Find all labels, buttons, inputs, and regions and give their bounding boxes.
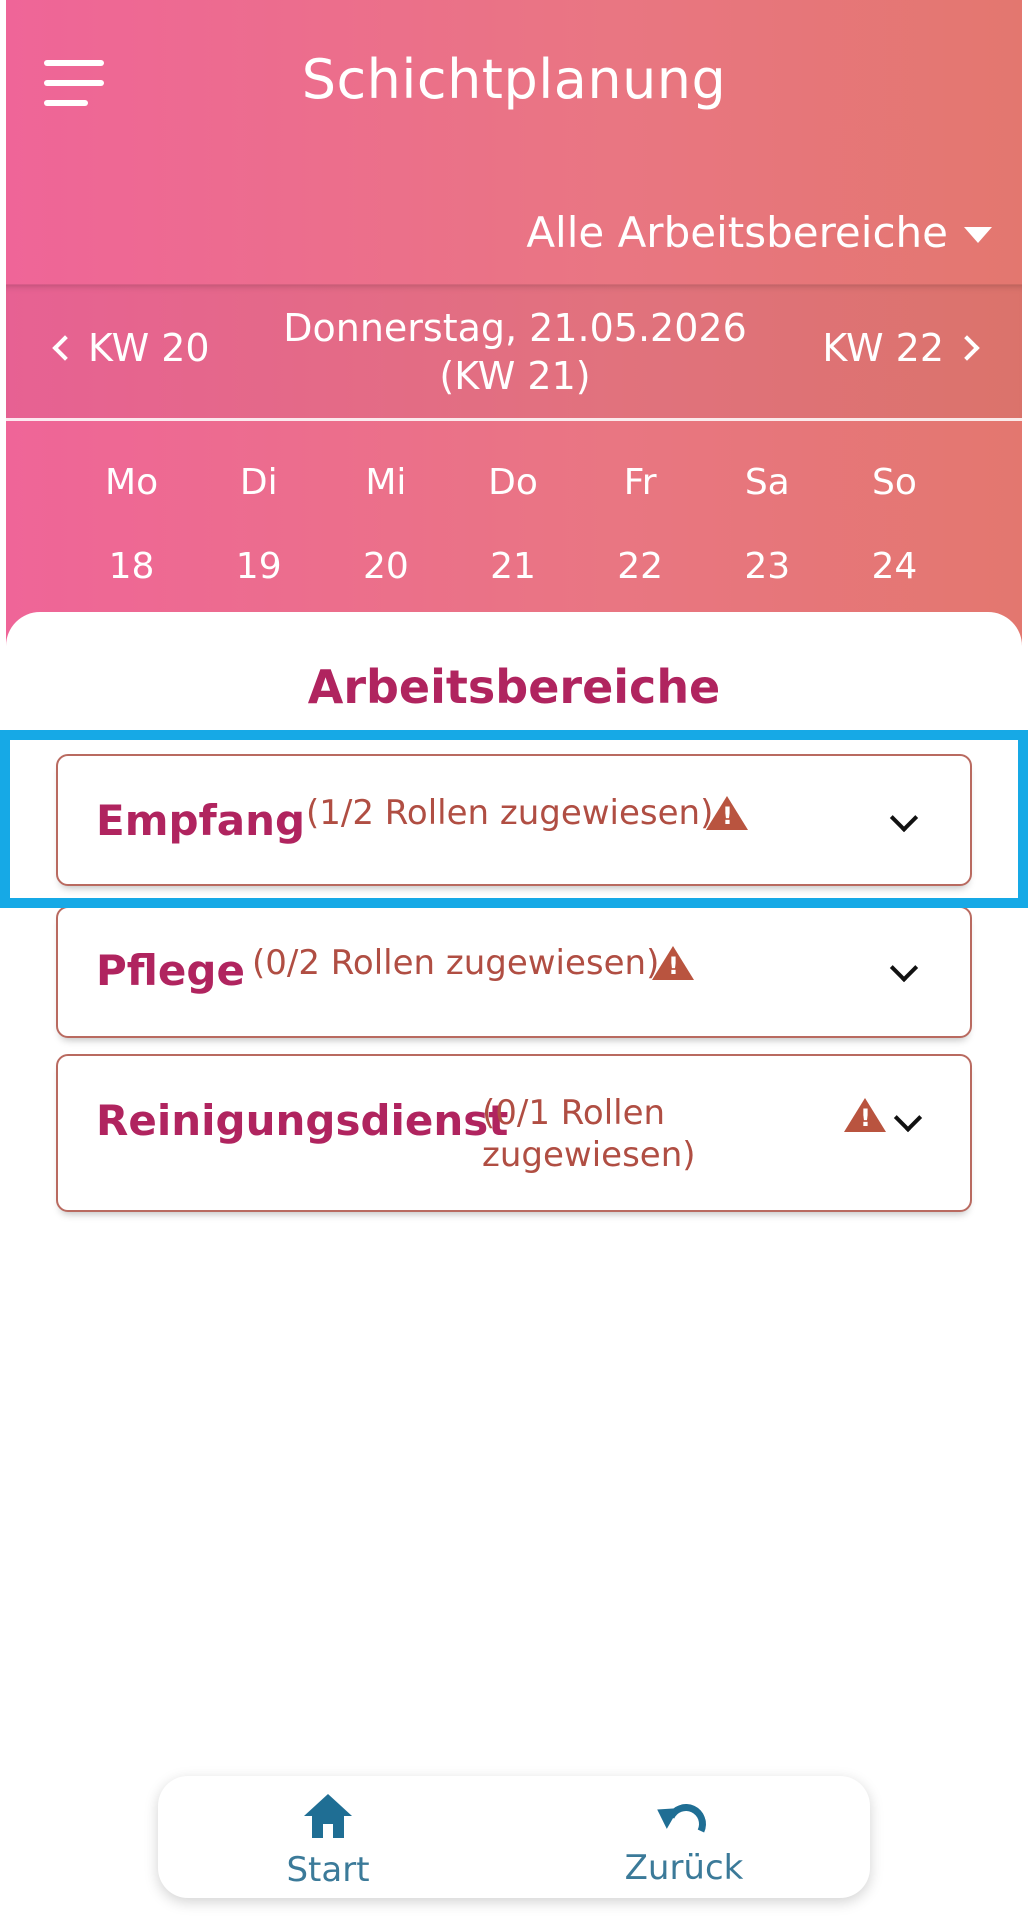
weekday-label: Mi <box>365 462 407 503</box>
undo-icon <box>651 1794 712 1850</box>
date-cell[interactable]: 23 <box>704 546 831 587</box>
bottom-navigation: Start Zurück <box>158 1776 870 1898</box>
date-cell[interactable]: 24 <box>831 546 958 587</box>
next-week-button[interactable]: KW 22 <box>822 326 980 370</box>
nav-start-button[interactable]: Start <box>228 1794 428 1890</box>
section-title: Arbeitsbereiche <box>307 660 721 714</box>
area-name: Pflege <box>96 946 245 995</box>
weekday-label: Do <box>488 462 538 503</box>
weekday-label: Sa <box>744 462 790 503</box>
home-icon <box>304 1794 352 1840</box>
date-cell[interactable]: 18 <box>68 546 195 587</box>
date-cell[interactable]: 19 <box>195 546 322 587</box>
warning-icon <box>652 946 694 980</box>
area-filter-dropdown[interactable]: Alle Arbeitsbereiche <box>526 208 992 257</box>
weekday-label: Mo <box>105 462 159 503</box>
date-row: 18 19 20 21 22 23 24 <box>68 546 958 587</box>
area-card-reinigungsdienst[interactable]: Reinigungsdienst (0/1 Rollen zugewiesen) <box>56 1054 972 1212</box>
date-cell[interactable]: 22 <box>577 546 704 587</box>
area-status: (0/1 Rollen zugewiesen) <box>482 1093 696 1175</box>
area-filter-label: Alle Arbeitsbereiche <box>526 208 948 257</box>
chevron-down-icon[interactable] <box>889 953 919 983</box>
selection-highlight <box>0 730 1028 908</box>
prev-week-button[interactable]: KW 20 <box>52 326 210 370</box>
date-cell[interactable]: 21 <box>449 546 576 587</box>
caret-down-icon <box>964 226 992 243</box>
warning-icon <box>844 1098 886 1132</box>
date-cell[interactable]: 20 <box>322 546 449 587</box>
weekday-row: Mo Di Mi Do Fr Sa So <box>68 462 958 503</box>
chevron-down-icon[interactable] <box>893 1103 923 1133</box>
area-name: Reinigungsdienst <box>96 1096 509 1145</box>
divider <box>6 418 1022 421</box>
chevron-left-icon <box>52 335 78 361</box>
weekday-label: So <box>871 462 917 503</box>
next-week-label: KW 22 <box>822 326 944 370</box>
weekday-label: Di <box>239 462 278 503</box>
prev-week-label: KW 20 <box>88 326 210 370</box>
nav-back-label: Zurück <box>624 1848 744 1888</box>
nav-back-button[interactable]: Zurück <box>584 1794 784 1888</box>
area-card-pflege[interactable]: Pflege (0/2 Rollen zugewiesen) <box>56 906 972 1038</box>
screen: Schichtplanung Alle Arbeitsbereiche KW 2… <box>0 0 1028 1920</box>
area-status: (0/2 Rollen zugewiesen) <box>252 943 660 983</box>
current-date: Donnerstag, 21.05.2026 (KW 21) <box>283 306 747 398</box>
page-title: Schichtplanung <box>301 48 727 111</box>
nav-start-label: Start <box>286 1850 370 1890</box>
chevron-right-icon <box>954 335 980 361</box>
weekday-label: Fr <box>623 462 657 503</box>
